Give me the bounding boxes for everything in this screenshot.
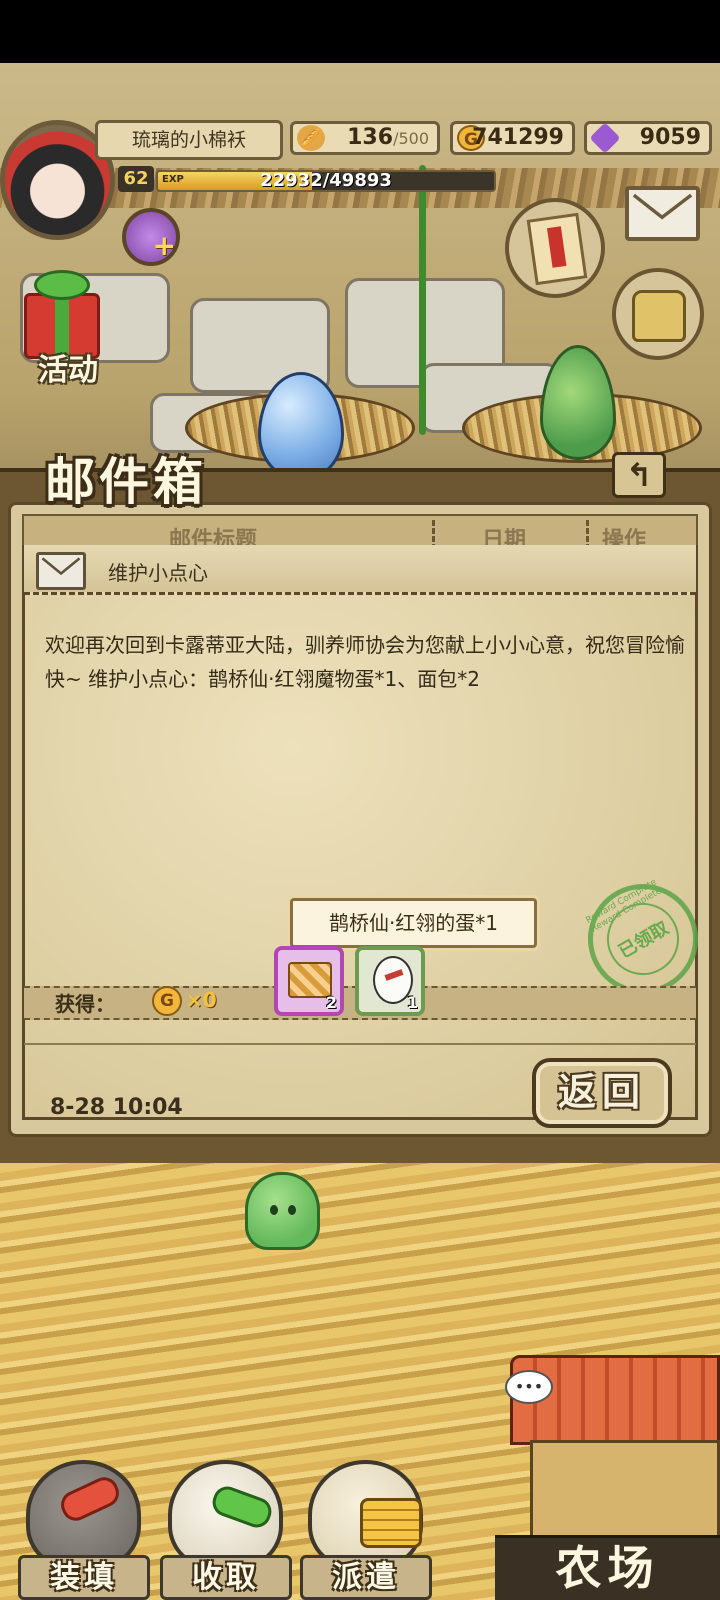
- collect-label: 收取: [160, 1555, 292, 1600]
- rewards-label: 获得：: [55, 992, 115, 1016]
- green-slime-pet[interactable]: [245, 1172, 320, 1250]
- footer-divider: [24, 1043, 696, 1045]
- load-label: 装填: [18, 1555, 150, 1600]
- bread-counter[interactable]: 🥖 136/500: [290, 121, 440, 155]
- dispatch-egg-icon: [308, 1460, 423, 1570]
- player-name: 琉璃的小棉袄: [95, 120, 283, 160]
- return-button[interactable]: 返回: [532, 1058, 672, 1128]
- quest-scroll-button[interactable]: [505, 198, 605, 298]
- coin-stack-icon: [360, 1498, 422, 1548]
- reward-item-egg[interactable]: 1: [355, 946, 425, 1016]
- exp-bar: EXP 22932/49893: [156, 170, 496, 192]
- mailbox-title: 邮件箱: [45, 452, 207, 511]
- gem-counter[interactable]: 9059: [584, 121, 712, 155]
- coin-amount: ×0: [186, 988, 217, 1012]
- gift-bow: [34, 270, 90, 300]
- back-arrow-button[interactable]: ↰: [612, 452, 666, 498]
- mail-subject: 维护小点心: [108, 561, 208, 585]
- barn-stable: [530, 1440, 720, 1550]
- status-bar: [0, 0, 720, 63]
- green-arrow-icon: [208, 1482, 276, 1532]
- scroll-icon: [526, 212, 588, 286]
- player-level-badge: 62: [118, 166, 154, 192]
- chat-bubble-icon[interactable]: •••: [505, 1370, 553, 1404]
- dispatch-label: 派遣: [300, 1555, 432, 1600]
- gold-counter[interactable]: G 741299: [450, 121, 575, 155]
- mail-body: 欢迎再次回到卡露蒂亚大陆，驯养师协会为您献上小小心意，祝您冒险愉快~ 维护小点心…: [45, 633, 685, 691]
- buy-gems-button[interactable]: +: [122, 208, 180, 266]
- gold-value: 741299: [472, 125, 564, 150]
- envelope-icon: [632, 193, 693, 220]
- vine: [419, 165, 426, 435]
- item-quantity: 2: [325, 993, 337, 1012]
- gem-icon: [589, 122, 621, 154]
- bread-value: 136/500: [347, 125, 429, 150]
- farm-button[interactable]: 农场: [495, 1535, 720, 1600]
- dispatch-button[interactable]: 派遣: [300, 1460, 432, 1600]
- red-arrow-icon: [56, 1472, 124, 1526]
- backpack-icon: [632, 290, 686, 342]
- load-button[interactable]: 装填: [18, 1460, 150, 1600]
- bread-max: /500: [393, 129, 429, 148]
- item-quantity: 1: [406, 993, 418, 1012]
- mail-date: 8-28 10:04: [50, 1095, 183, 1120]
- envelope-icon: [36, 552, 86, 590]
- mail-button[interactable]: [625, 186, 700, 241]
- activity-button-label[interactable]: 活动: [18, 345, 118, 388]
- plus-icon: +: [152, 229, 176, 262]
- load-stone-icon: [26, 1460, 141, 1570]
- gem-value: 9059: [639, 125, 701, 150]
- backpack-button[interactable]: [612, 268, 704, 360]
- bread-icon: 🥖: [297, 125, 325, 151]
- item-tooltip: 鹊桥仙·红翎的蛋*1: [290, 898, 537, 948]
- gold-coin-icon: G: [152, 986, 182, 1016]
- reward-item-bread[interactable]: 2: [274, 946, 344, 1016]
- collect-button[interactable]: 收取: [160, 1460, 292, 1600]
- exp-text: 22932/49893: [260, 170, 392, 191]
- collect-egg-icon: [168, 1460, 283, 1570]
